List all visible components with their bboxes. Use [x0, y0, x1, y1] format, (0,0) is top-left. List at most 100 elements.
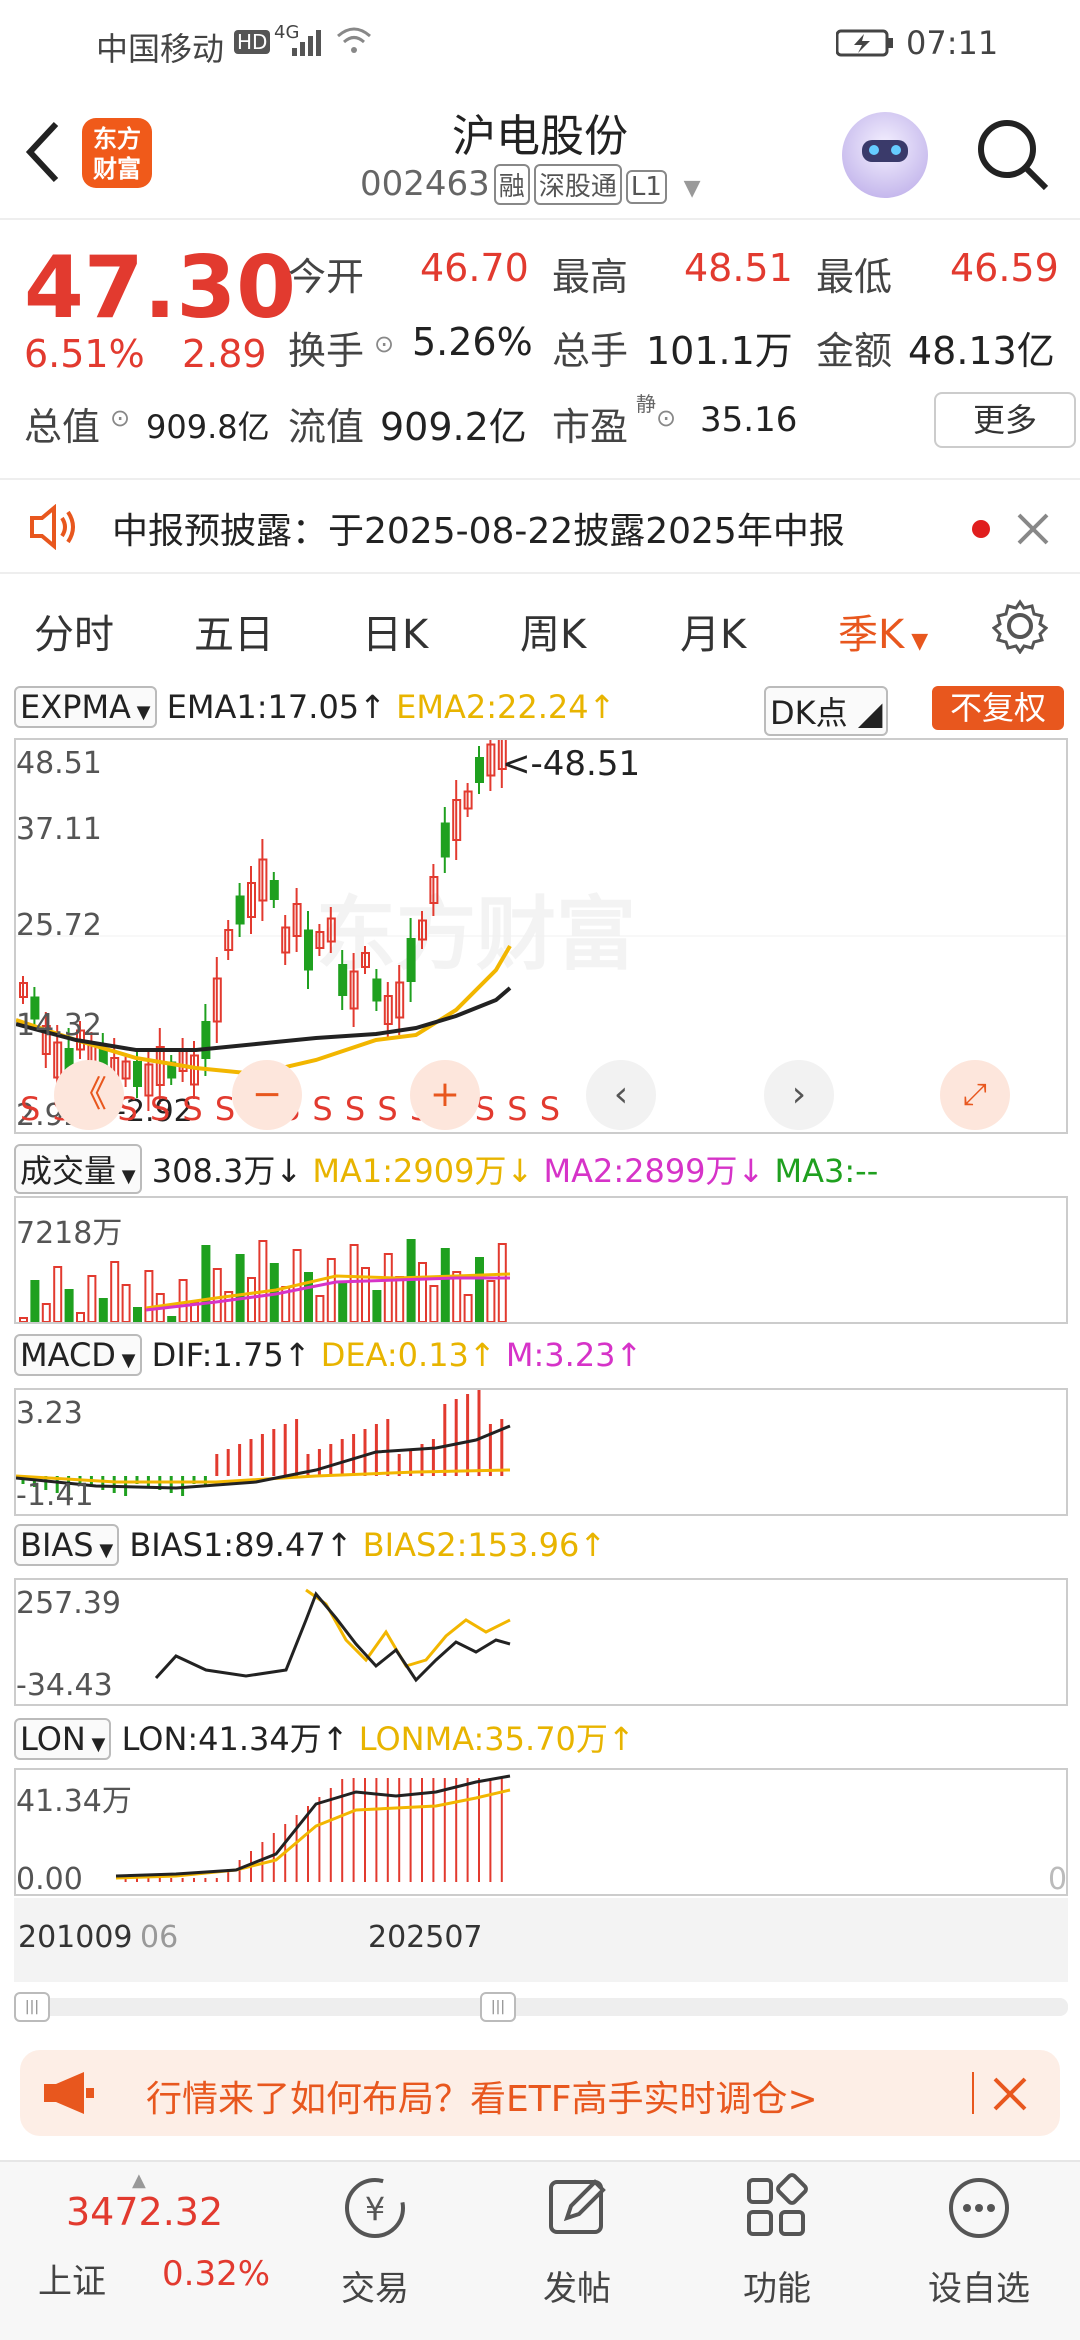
grid-icon	[747, 2173, 808, 2236]
tag-level: L1	[625, 170, 667, 204]
lon-header: LON ▼ LON:41.34万↑ LONMA:35.70万↑	[14, 1714, 635, 1760]
amount-value: 48.13亿	[908, 329, 1055, 373]
tag-connect: 深股通	[533, 164, 622, 205]
volume-bar	[41, 1303, 51, 1322]
change-percent: 6.51%	[24, 332, 145, 376]
info-icon[interactable]: ⊙	[656, 404, 676, 432]
candle-body	[269, 880, 279, 900]
lon-select[interactable]: LON ▼	[14, 1718, 112, 1760]
chevron-left-icon[interactable]: ‹	[586, 1060, 656, 1130]
trade-icon: ¥	[345, 2178, 405, 2238]
notice-bar[interactable]: 中报预披露：于2025-08-22披露2025年中报	[0, 478, 1080, 574]
volume-header: 成交量 ▼ 308.3万↓ MA1:2909万↓ MA2:2899万↓ MA3:…	[14, 1144, 878, 1194]
macd-y-bot: -1.41	[16, 1478, 94, 1513]
minus-icon[interactable]: −	[232, 1060, 302, 1130]
volume-label: 总手	[552, 329, 629, 373]
dk-label: DK点	[770, 694, 848, 732]
macd-header: MACD ▼ DIF:1.75↑ DEA:0.13↑ M:3.23↑	[14, 1334, 642, 1376]
indicator-name: EXPMA	[20, 688, 131, 726]
nav-trade[interactable]: ¥ 交易	[300, 2172, 450, 2310]
range-handle-left[interactable]: |||	[14, 1992, 50, 2022]
bias1-line	[154, 1591, 511, 1683]
volume-bar	[440, 1248, 450, 1322]
volume-bar	[98, 1298, 108, 1322]
tab-intraday[interactable]: 分时	[34, 602, 114, 660]
nav-functions[interactable]: 功能	[702, 2172, 852, 2310]
tab-quarterly-label: 季K	[838, 612, 905, 658]
volume-bar	[429, 1285, 439, 1322]
lon-right-zero: 0	[1048, 1862, 1068, 1897]
range-handle-right[interactable]: |||	[480, 1992, 516, 2022]
lonma-line	[115, 1788, 511, 1880]
tab-daily-k[interactable]: 日K	[362, 602, 428, 660]
plus-icon[interactable]: +	[410, 1060, 480, 1130]
clock: 07:11	[906, 24, 999, 62]
ema2-value: EMA2:22.24↑	[396, 688, 616, 726]
caret-down-icon: ▼	[85, 1734, 106, 1755]
ema1-value: EMA1:17.05↑	[166, 688, 386, 726]
assistant-avatar[interactable]	[842, 112, 928, 198]
search-icon[interactable]	[974, 116, 1052, 194]
settings-gear-icon[interactable]	[992, 598, 1048, 654]
close-icon[interactable]	[992, 2076, 1028, 2112]
mktcap-value: 909.8亿	[146, 408, 270, 446]
caret-up-icon: ▲	[132, 2170, 146, 2191]
low-value: 46.59	[950, 246, 1059, 290]
macd-panel[interactable]: 3.23 -1.41	[14, 1388, 1068, 1516]
nav-trade-label: 交易	[341, 2269, 409, 2309]
volume-value: 101.1万	[646, 329, 793, 373]
volume-bar	[349, 1244, 359, 1322]
caret-down-icon: ▼	[904, 629, 929, 654]
tab-five-day[interactable]: 五日	[194, 602, 274, 660]
caret-down-icon[interactable]: ▼	[684, 176, 701, 201]
macd-dea: DEA:0.13↑	[320, 1336, 496, 1374]
y-label-3: 25.72	[16, 908, 102, 943]
bias-select[interactable]: BIAS ▼	[14, 1524, 120, 1566]
promo-text: 行情来了如何布局？看ETF高手实时调仓>	[146, 2079, 818, 2120]
lon-panel[interactable]: 41.34万 0.00 0	[14, 1768, 1068, 1897]
range-slider-track[interactable]: ||| |||	[14, 1992, 1068, 2022]
volume-panel[interactable]: 7218万	[14, 1196, 1068, 1324]
chevron-right-icon[interactable]: ›	[764, 1060, 834, 1130]
volume-bar	[212, 1268, 222, 1322]
tab-monthly-k[interactable]: 月K	[680, 602, 746, 660]
lon-y-bot: 0.00	[16, 1862, 83, 1897]
pe-static-sup: 静	[636, 392, 656, 416]
zoom-out-icon[interactable]: 《	[54, 1060, 124, 1130]
more-button[interactable]: 更多	[934, 392, 1076, 448]
volume-bar	[235, 1254, 245, 1322]
info-icon[interactable]: ⊙	[110, 404, 130, 432]
stock-code-line: 002463 融深股通 L1 ▼	[360, 164, 701, 205]
candle-body	[201, 1021, 211, 1059]
x-axis-area: 201009 06 202507	[14, 1898, 1068, 1982]
volume-indicator-name: 成交量	[20, 1152, 117, 1190]
dk-point-button[interactable]: DK点 ◢	[764, 686, 889, 736]
float-label: 流值	[288, 405, 365, 449]
candle-body	[235, 895, 245, 925]
lonma-value: LONMA:35.70万↑	[358, 1720, 635, 1758]
fullscreen-icon[interactable]: ⤢	[940, 1060, 1010, 1130]
index-ticker[interactable]: ▲ 3472.32 上证 0.32%	[28, 2168, 270, 2328]
bias-panel[interactable]: 257.39 -34.43	[14, 1578, 1068, 1706]
kline-panel[interactable]: 东方财富 48.51 37.11 25.72 14.32 2.92 <-48.5…	[14, 738, 1068, 1134]
nav-add-watchlist[interactable]: 设自选	[904, 2172, 1054, 2310]
nav-post[interactable]: 发帖	[502, 2172, 652, 2310]
tab-quarterly-k[interactable]: 季K ▼	[838, 602, 928, 660]
lon-value: LON:41.34万↑	[121, 1720, 349, 1758]
last-price: 47.30	[24, 238, 297, 338]
candle-body	[338, 964, 348, 996]
nav-functions-label: 功能	[743, 2269, 811, 2309]
close-icon[interactable]	[1016, 512, 1050, 546]
info-icon[interactable]: ⊙	[374, 330, 394, 358]
promo-banner[interactable]: 行情来了如何布局？看ETF高手实时调仓>	[20, 2050, 1060, 2136]
volume-bar	[418, 1262, 427, 1322]
macd-select[interactable]: MACD ▼	[14, 1334, 142, 1376]
wifi-icon	[337, 27, 371, 53]
indicator-select[interactable]: EXPMA ▼	[14, 686, 157, 728]
volume-select[interactable]: 成交量 ▼	[14, 1144, 142, 1194]
volume-bar	[486, 1280, 496, 1322]
adjust-button[interactable]: 不复权	[932, 686, 1064, 730]
tab-weekly-k[interactable]: 周K	[520, 602, 586, 660]
low-label: 最低	[816, 255, 893, 299]
volume-bar	[326, 1258, 336, 1322]
